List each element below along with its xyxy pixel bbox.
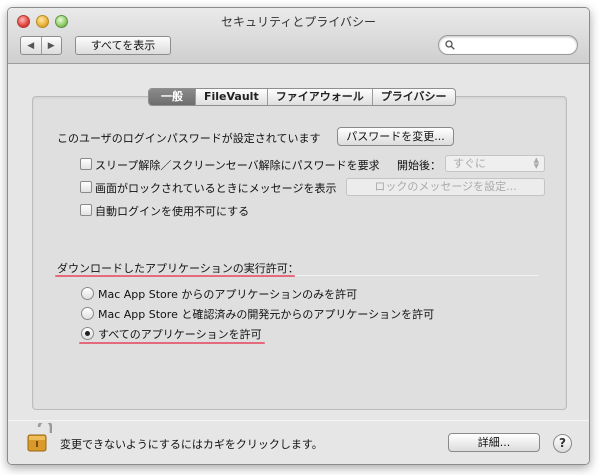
start-after-select[interactable]: すぐに ▲ ▼	[445, 155, 545, 172]
start-after-label: 開始後：	[397, 159, 441, 172]
require-password-checkbox[interactable]	[80, 158, 92, 170]
show-message-label: 画面がロックされているときにメッセージを表示	[95, 182, 337, 195]
lock-instruction-text: 変更できないようにするにはカギをクリックします。	[60, 438, 323, 451]
downloads-heading: ダウンロードしたアプリケーションの実行許可：	[57, 262, 299, 275]
radio-app-store-and-identified[interactable]	[81, 307, 94, 320]
window-title: セキュリティとプライバシー	[220, 15, 377, 29]
heading-annotation-underline	[55, 275, 295, 277]
back-arrow-icon: ◀	[27, 40, 35, 51]
radio-app-store-only-label: Mac App Store からのアプリケーションのみを許可	[98, 288, 358, 301]
back-button[interactable]: ◀	[21, 37, 41, 54]
show-all-button[interactable]: すべてを表示	[75, 36, 171, 55]
radio-app-store-and-identified-label: Mac App Store と確認済みの開発元からのアプリケーションを許可	[98, 308, 435, 321]
set-lock-message-button[interactable]: ロックのメッセージを設定...	[346, 178, 545, 196]
advanced-button[interactable]: 詳細...	[448, 433, 540, 452]
help-button[interactable]: ?	[553, 434, 572, 453]
change-password-button[interactable]: パスワードを変更...	[337, 127, 454, 146]
title-bar: セキュリティとプライバシー ◀ ▶ すべてを表示	[8, 8, 589, 64]
tab-bar: 一般 FileVault ファイアウォール プライバシー	[148, 88, 456, 106]
lock-icon[interactable]	[26, 423, 52, 453]
search-input[interactable]	[438, 35, 578, 55]
option-annotation-underline	[79, 342, 265, 344]
radio-anywhere[interactable]	[81, 327, 94, 340]
search-icon	[445, 40, 455, 50]
preferences-window: セキュリティとプライバシー ◀ ▶ すべてを表示 一般 FileVault ファ…	[7, 7, 590, 465]
footer-divider	[8, 420, 589, 421]
forward-arrow-icon: ▶	[47, 40, 55, 51]
radio-anywhere-label: すべてのアプリケーションを許可	[98, 328, 262, 341]
tab-privacy[interactable]: プライバシー	[371, 89, 455, 105]
content-area: 一般 FileVault ファイアウォール プライバシー このユーザのログインパ…	[8, 64, 589, 464]
disable-auto-login-label: 自動ログインを使用不可にする	[95, 205, 250, 218]
select-arrows-icon: ▲ ▼	[533, 156, 539, 170]
tab-firewall[interactable]: ファイアウォール	[266, 89, 372, 105]
forward-button[interactable]: ▶	[40, 37, 62, 54]
tab-filevault[interactable]: FileVault	[195, 89, 267, 105]
show-message-checkbox[interactable]	[80, 181, 92, 193]
general-panel: このユーザのログインパスワードが設定されています パスワードを変更... スリー…	[32, 96, 567, 410]
nav-buttons: ◀ ▶	[20, 36, 62, 55]
password-status-text: このユーザのログインパスワードが設定されています	[57, 132, 321, 145]
tab-general[interactable]: 一般	[149, 89, 195, 105]
start-after-value: すぐに	[453, 157, 486, 170]
require-password-label: スリープ解除／スクリーンセーバ解除にパスワードを要求	[95, 159, 380, 172]
disable-auto-login-checkbox[interactable]	[80, 204, 92, 216]
radio-app-store-only[interactable]	[81, 287, 94, 300]
radio-selected-dot	[85, 331, 90, 336]
